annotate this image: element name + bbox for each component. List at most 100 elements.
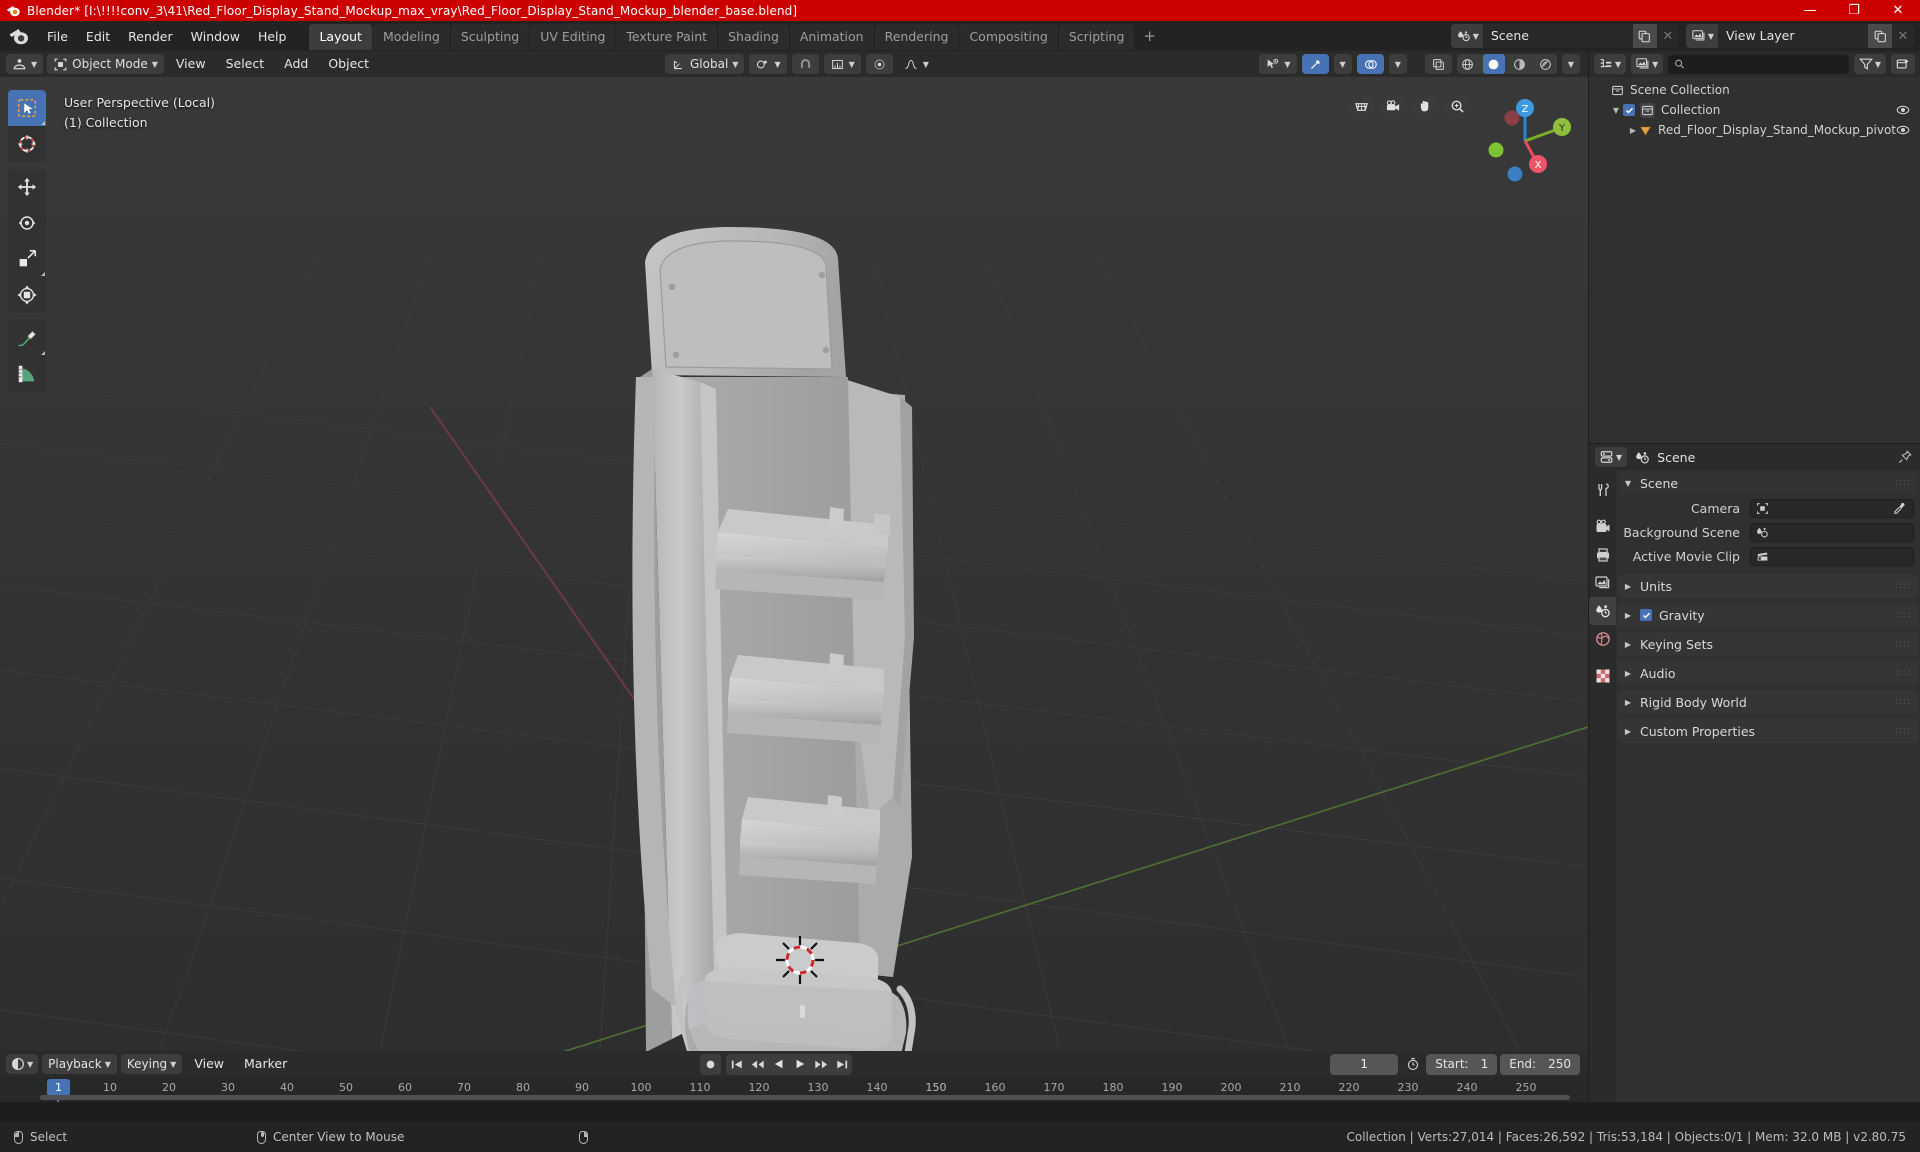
scene-name[interactable]: Scene xyxy=(1482,24,1633,48)
outliner-search-field[interactable] xyxy=(1690,57,1843,71)
panel-gravity-header[interactable]: ▶ Gravity :::: xyxy=(1618,603,1918,627)
add-workspace-button[interactable]: + xyxy=(1135,25,1164,47)
menu-render[interactable]: Render xyxy=(119,26,182,47)
close-button[interactable]: ✕ xyxy=(1876,0,1920,21)
shading-wireframe-button[interactable] xyxy=(1457,54,1479,74)
snap-target-selector[interactable]: ▼ xyxy=(823,54,861,74)
cursor-tool[interactable] xyxy=(8,126,46,162)
playback-controls[interactable] xyxy=(726,1053,852,1075)
scale-tool[interactable] xyxy=(8,241,46,277)
end-frame-value[interactable]: 250 xyxy=(1548,1057,1571,1071)
outliner-row-scene-collection[interactable]: Scene Collection xyxy=(1589,80,1920,100)
snap-toggle[interactable] xyxy=(791,54,819,74)
jump-start-icon[interactable] xyxy=(726,1054,747,1075)
tab-uv-editing[interactable]: UV Editing xyxy=(530,24,616,50)
outliner-filter-id-selector[interactable]: ▼ xyxy=(1631,54,1664,74)
outliner-filter-button[interactable]: ▼ xyxy=(1853,54,1886,74)
timeline-menu-marker[interactable]: Marker xyxy=(236,1054,295,1074)
tab-modeling[interactable]: Modeling xyxy=(372,24,450,50)
show-overlays-toggle[interactable] xyxy=(1356,54,1384,74)
visibility-selector[interactable]: ▼ xyxy=(1259,54,1297,74)
collection-checkbox[interactable] xyxy=(1623,104,1635,116)
rotate-tool[interactable] xyxy=(8,205,46,241)
current-frame-field[interactable]: 1 xyxy=(1330,1053,1399,1075)
tab-sculpting[interactable]: Sculpting xyxy=(450,24,530,50)
proportional-falloff-selector[interactable]: ▼ xyxy=(898,54,935,74)
tab-scripting[interactable]: Scripting xyxy=(1058,24,1135,50)
timeline-playhead[interactable]: 1 xyxy=(47,1079,70,1096)
panel-scene-header[interactable]: ▼ Scene :::: xyxy=(1618,471,1918,495)
maximize-button[interactable]: ❐ xyxy=(1832,0,1876,21)
magnify-zoom-icon[interactable] xyxy=(1444,93,1470,119)
shading-mode-group[interactable] xyxy=(1456,54,1557,74)
outliner-row-collection[interactable]: ▼ Collection xyxy=(1589,100,1920,120)
background-scene-field[interactable] xyxy=(1750,522,1914,542)
viewport-nav-gizmo[interactable]: Z Y X xyxy=(1472,89,1572,189)
disclosure-triangle-closed-icon[interactable]: ▶ xyxy=(1627,126,1639,135)
record-icon[interactable] xyxy=(700,1054,721,1075)
gravity-checkbox[interactable] xyxy=(1640,609,1652,621)
scene-icon[interactable]: ▼ xyxy=(1450,24,1483,48)
viewport-menu-select[interactable]: Select xyxy=(218,54,273,74)
viewport-menu-view[interactable]: View xyxy=(168,54,214,74)
new-scene-button[interactable] xyxy=(1632,24,1657,48)
unlink-scene-button[interactable]: ✕ xyxy=(1656,24,1679,48)
interaction-mode-selector[interactable]: Object Mode ▼ xyxy=(47,54,164,74)
annotate-tool[interactable] xyxy=(8,320,46,356)
scene-selector[interactable]: ▼ Scene ✕ xyxy=(1450,24,1679,48)
tab-rendering[interactable]: Rendering xyxy=(874,24,959,50)
play-icon[interactable] xyxy=(789,1054,810,1075)
eyedropper-icon[interactable] xyxy=(1890,502,1908,515)
overlay-options-dropdown[interactable]: ▼ xyxy=(1388,54,1407,74)
timeline-scrollbar[interactable] xyxy=(40,1095,1570,1100)
outliner-display-mode-selector[interactable]: ▼ xyxy=(1594,54,1627,74)
timeline-menu-keying[interactable]: Keying ▼ xyxy=(120,1054,183,1074)
grid-zoom-icon[interactable] xyxy=(1348,93,1374,119)
menu-help[interactable]: Help xyxy=(249,26,296,47)
properties-tab-world[interactable] xyxy=(1589,625,1616,653)
timeline-editor-type-selector[interactable]: ▼ xyxy=(6,1054,39,1074)
outliner-row-object[interactable]: ▶ Red_Floor_Display_Stand_Mockup_pivot xyxy=(1589,120,1920,140)
tool-expand-corner[interactable] xyxy=(41,272,45,276)
tab-layout[interactable]: Layout xyxy=(309,24,372,50)
tool-expand-corner[interactable] xyxy=(41,351,45,355)
transform-orientation-selector[interactable]: Global ▼ xyxy=(665,54,745,74)
properties-tab-render[interactable] xyxy=(1589,513,1616,541)
viewport-menu-add[interactable]: Add xyxy=(276,54,316,74)
properties-tab-tool[interactable] xyxy=(1589,476,1616,504)
disclosure-triangle-open-icon[interactable]: ▼ xyxy=(1609,106,1623,115)
measure-tool[interactable] xyxy=(8,356,46,392)
tool-expand-corner[interactable] xyxy=(41,121,45,125)
active-movie-clip-field[interactable] xyxy=(1750,546,1914,566)
new-view-layer-button[interactable] xyxy=(1868,24,1892,48)
menu-edit[interactable]: Edit xyxy=(77,26,119,47)
tweak-select-tool[interactable] xyxy=(8,90,46,126)
timeline-ruler[interactable]: 10 20 30 40 50 60 70 80 90 100 110 120 1… xyxy=(0,1077,1588,1102)
panel-rigid-body-world-header[interactable]: ▶ Rigid Body World :::: xyxy=(1618,690,1918,714)
view-layer-name[interactable]: View Layer xyxy=(1718,24,1868,48)
new-collection-button[interactable] xyxy=(1891,54,1915,74)
start-frame-value[interactable]: 1 xyxy=(1481,1057,1489,1071)
shading-rendered-button[interactable] xyxy=(1535,54,1557,74)
move-tool[interactable] xyxy=(8,169,46,205)
minimize-button[interactable]: — xyxy=(1788,0,1832,21)
camera-view-icon[interactable] xyxy=(1380,93,1406,119)
viewport-3d-scene[interactable] xyxy=(0,77,1588,1051)
scene-camera-field[interactable] xyxy=(1750,498,1914,518)
xray-toggle[interactable] xyxy=(1424,54,1452,74)
tab-compositing[interactable]: Compositing xyxy=(959,24,1058,50)
menu-window[interactable]: Window xyxy=(182,26,249,47)
frame-range-fields[interactable]: Start: 1 xyxy=(1426,1053,1498,1075)
hand-pan-icon[interactable] xyxy=(1412,93,1438,119)
shading-material-preview-button[interactable] xyxy=(1509,54,1531,74)
visibility-eye-icon[interactable] xyxy=(1896,123,1910,137)
auto-keying-icon[interactable] xyxy=(1403,1057,1423,1071)
properties-tab-texture[interactable] xyxy=(1589,662,1616,690)
panel-audio-header[interactable]: ▶ Audio :::: xyxy=(1618,661,1918,685)
properties-tab-output[interactable] xyxy=(1589,541,1616,569)
outliner-search-input[interactable] xyxy=(1668,54,1849,74)
tab-shading[interactable]: Shading xyxy=(718,24,789,50)
next-keyframe-icon[interactable] xyxy=(810,1054,831,1075)
properties-tab-view-layer[interactable] xyxy=(1589,569,1616,597)
auto-keying-toggle[interactable] xyxy=(700,1053,721,1075)
